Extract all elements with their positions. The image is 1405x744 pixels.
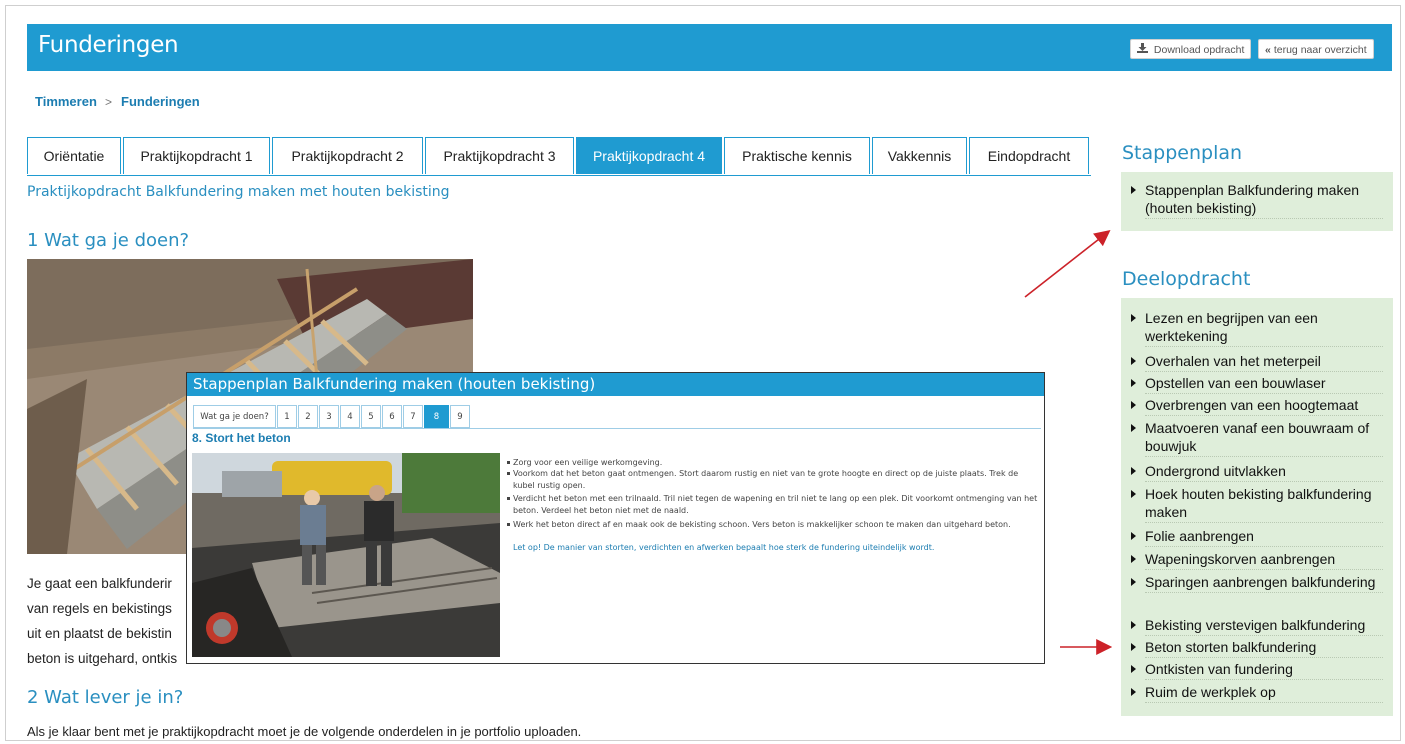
- popup-bullet: Werk het beton direct af en maak ook de …: [507, 519, 1042, 531]
- popup-tab-2[interactable]: 2: [298, 405, 318, 428]
- popup-tab-6[interactable]: 6: [382, 405, 402, 428]
- popup-tab-divider: [193, 428, 1041, 429]
- popup-bullet: Zorg voor een veilige werkomgeving.: [507, 457, 1042, 469]
- popup-step-heading: 8. Stort het beton: [192, 431, 291, 445]
- popup-tab-5[interactable]: 5: [361, 405, 381, 428]
- popup-tab-intro[interactable]: Wat ga je doen?: [193, 405, 276, 428]
- popup-tab-4[interactable]: 4: [340, 405, 360, 428]
- popup-tab-7[interactable]: 7: [403, 405, 423, 428]
- popup-warning-note: Let op! De manier van storten, verdichte…: [513, 543, 935, 552]
- popup-tab-8[interactable]: 8: [424, 405, 449, 428]
- popup-title: Stappenplan Balkfundering maken (houten …: [187, 373, 1044, 396]
- concrete-pouring-photo: [192, 453, 500, 657]
- stappenplan-popup: Stappenplan Balkfundering maken (houten …: [186, 372, 1045, 664]
- popup-bullet: Verdicht het beton met een trilnaald. Tr…: [507, 493, 1042, 516]
- popup-bullet: Voorkom dat het beton gaat ontmengen. St…: [507, 468, 1042, 491]
- popup-tab-9[interactable]: 9: [450, 405, 470, 428]
- popup-tab-1[interactable]: 1: [277, 405, 297, 428]
- annotation-arrow-stappenplan: [1024, 230, 1111, 298]
- popup-tab-3[interactable]: 3: [319, 405, 339, 428]
